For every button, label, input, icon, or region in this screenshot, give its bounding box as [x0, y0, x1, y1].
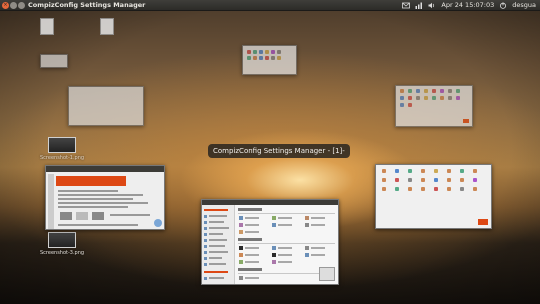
page-banner	[56, 176, 126, 186]
orange-badge	[463, 119, 469, 123]
desktop-icon-label: Screenshot-1.png	[40, 155, 85, 161]
image-icon	[48, 232, 77, 248]
mail-icon[interactable]	[402, 2, 411, 9]
desktop-icon-screenshot-1[interactable]: Screenshot-1.png	[40, 137, 84, 161]
user-menu[interactable]: desgua	[512, 0, 536, 11]
window-thumbnail-blank-small[interactable]	[40, 54, 68, 68]
window-thumbnail-file-manager-2[interactable]	[395, 85, 473, 127]
network-icon[interactable]	[415, 2, 423, 9]
window-title-tooltip: CompizConfig Settings Manager - [1]-	[208, 144, 350, 158]
window-thumbnail-blank[interactable]	[68, 86, 144, 126]
panel-app-title: CompizConfig Settings Manager	[28, 1, 146, 9]
document-icon	[100, 18, 114, 35]
window-thumbnail-web-browser[interactable]	[45, 165, 165, 230]
browser-badge-icon	[154, 219, 162, 227]
desktop-icon-document-1[interactable]	[40, 18, 54, 35]
document-icon	[40, 18, 54, 35]
desktop-icon-document-2[interactable]	[100, 18, 114, 35]
desktop-icon-label: Screenshot-3.png	[40, 250, 85, 256]
volume-icon[interactable]	[428, 2, 436, 9]
power-icon[interactable]	[499, 2, 507, 9]
screenshot-preview	[319, 267, 335, 281]
orange-badge	[478, 219, 488, 225]
close-button[interactable]: ×	[2, 2, 9, 9]
minimize-button[interactable]	[10, 2, 17, 9]
desktop-icon-screenshot-3[interactable]: Screenshot-3.png	[40, 232, 84, 256]
clock-datetime[interactable]: Apr 24 15:07:03	[441, 0, 494, 11]
indicator-area: Apr 24 15:07:03 desgua	[402, 0, 536, 11]
window-thumbnail-file-manager-1[interactable]	[242, 45, 297, 75]
compiz-sidebar	[202, 205, 235, 284]
top-panel: × CompizConfig Settings Manager Apr 24 1…	[0, 0, 540, 11]
image-icon	[48, 137, 77, 153]
maximize-button[interactable]	[18, 2, 25, 9]
window-thumbnail-file-manager-3[interactable]	[375, 164, 492, 229]
window-thumbnail-compiz-settings[interactable]	[201, 199, 339, 285]
